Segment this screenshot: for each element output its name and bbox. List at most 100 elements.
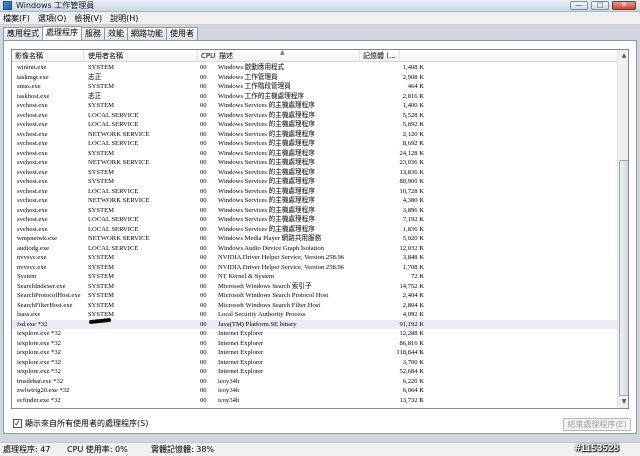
process-description: Microsoft Windows Search 索引子 (218, 282, 312, 290)
tab-performance[interactable]: 效能 (104, 27, 128, 40)
process-cpu: 00 (200, 301, 207, 309)
process-image-name: svchost.exe (17, 216, 48, 223)
process-cpu: 00 (200, 244, 207, 252)
end-process-button[interactable]: 結束處理程序(E) (563, 418, 631, 431)
window-title: Windows 工作管理員 (16, 1, 95, 10)
process-memory: 52,684 K (399, 368, 424, 375)
menu-help[interactable]: 說明(H) (110, 13, 138, 24)
process-row[interactable]: svchost.exe SYSTEM 00 Windows Services 的主機處… (12, 149, 617, 159)
process-image-name: SearchProtocolHost.exe (17, 292, 81, 299)
process-cpu: 00 (200, 149, 207, 157)
process-row[interactable]: svchost.exe SYSTEM 00 Windows Services 的主機處… (12, 101, 617, 111)
menu-view[interactable]: 檢視(V) (74, 13, 102, 24)
process-row[interactable]: tmsdebar.exe *32 00 icoy34h 6,220 K (12, 377, 617, 387)
scrollbar-thumb[interactable] (619, 160, 628, 396)
minimize-button[interactable]: — (570, 1, 588, 10)
show-all-checkbox[interactable]: ✓ (13, 419, 22, 428)
menu-options[interactable]: 選項(O) (38, 13, 67, 24)
process-user-name (88, 377, 198, 387)
process-row[interactable]: iexplore.exe *32 00 Internet Explorer 118,8… (12, 348, 617, 358)
process-cpu: 00 (200, 282, 207, 290)
process-memory: 24,128 K (399, 149, 424, 157)
process-row[interactable]: svchost.exe NETWORK SERVICE 00 Windows Serv… (12, 196, 617, 206)
process-cpu: 00 (200, 311, 207, 318)
process-cpu: 00 (200, 387, 207, 394)
process-user-name: SYSTEM (88, 292, 115, 299)
process-user-name (88, 367, 198, 377)
process-user-name: SYSTEM (88, 64, 115, 71)
column-description[interactable]: 描述 (216, 50, 360, 62)
tab-networking[interactable]: 網路功能 (127, 27, 167, 40)
process-description: Windows Services 的主機處理程序 (218, 225, 315, 233)
process-row[interactable]: nvvsvc.exe SYSTEM 00 NVIDIA Driver Helper S… (12, 263, 617, 273)
process-row[interactable]: taskhost.exe 志正 00 Windows 工作的主機處理程序 2,816 K (12, 92, 617, 102)
process-row[interactable]: ecfinder.exe *32 00 icoy34h 13,732 K (12, 396, 617, 406)
process-description: Windows Services 的主機處理程序 (218, 178, 315, 185)
process-row[interactable]: zwlwtrig20.exe *32 00 icoy34h 6,064 K (12, 386, 617, 396)
menu-file[interactable]: 檔案(F) (3, 13, 30, 24)
column-cpu[interactable]: CPU (198, 50, 216, 62)
scroll-down-icon[interactable]: ▼ (618, 396, 628, 408)
process-memory: 1,400 K (402, 102, 424, 109)
column-memory[interactable]: 記憶體 (... (360, 50, 400, 62)
process-row[interactable]: smss.exe SYSTEM 00 Windows 工作階段管理員 464 K (12, 82, 617, 92)
process-description: Windows Services 的主機處理程序 (218, 149, 315, 157)
process-row[interactable]: SearchProtocolHost.exe SYSTEM 00 Microsoft … (12, 291, 617, 301)
show-all-processes[interactable]: ✓ 顯示來自所有使用者的處理程序(S) (13, 418, 148, 429)
process-row[interactable]: wininit.exe SYSTEM 00 Windows 啟動應用程式 1,408 K (12, 63, 617, 73)
process-row[interactable]: svchost.exe SYSTEM 00 Windows Services 的主機處… (12, 168, 617, 178)
process-row[interactable]: svchost.exe NETWORK SERVICE 00 Windows Serv… (12, 130, 617, 140)
status-memory-usage: 實體記憶體: 38% (151, 445, 215, 454)
column-image-name[interactable]: 影像名稱 (12, 50, 84, 62)
column-user-name[interactable]: 使用者名稱 (85, 50, 198, 62)
process-row[interactable]: svchost.exe LOCAL SERVICE 00 Windows Servic… (12, 215, 617, 225)
tab-users[interactable]: 使用者 (166, 27, 198, 40)
process-memory: 13,836 K (399, 168, 424, 176)
process-row[interactable]: svchost.exe SYSTEM 00 Windows Services 的主機處… (12, 206, 617, 216)
process-description: Windows Services 的主機處理程序 (218, 140, 315, 147)
process-user-name: SYSTEM (88, 168, 115, 176)
process-row[interactable]: svchost.exe NETWORK SERVICE 00 Windows Serv… (12, 158, 617, 168)
process-row[interactable]: taskmgr.exe 志正 00 Windows 工作管理員 2,908 K (12, 73, 617, 83)
process-image-name: svchost.exe (17, 149, 48, 157)
process-cpu: 00 (200, 140, 207, 147)
tab-services[interactable]: 服務 (81, 27, 105, 40)
process-row[interactable]: svchost.exe SYSTEM 00 Windows Services 的主機處… (12, 177, 617, 187)
process-description: Windows Services 的主機處理程序 (218, 130, 315, 138)
maximize-button[interactable]: □ (591, 1, 609, 10)
process-image-name: System (17, 273, 37, 280)
process-row[interactable]: svchost.exe LOCAL SERVICE 00 Windows Servic… (12, 225, 617, 235)
process-row[interactable]: SearchIndexer.exe SYSTEM 00 Microsoft Windo… (12, 282, 617, 292)
process-row[interactable]: svchost.exe LOCAL SERVICE 00 Windows Servic… (12, 111, 617, 121)
process-row[interactable]: audiodg.exe LOCAL SERVICE 00 Windows Audio … (12, 244, 617, 254)
process-cpu: 00 (200, 235, 207, 242)
scroll-up-icon[interactable]: ▲ (618, 50, 628, 62)
process-description: Local Security Authority Process (218, 311, 306, 318)
process-description: Windows Services 的主機處理程序 (218, 102, 315, 109)
process-user-name (88, 348, 198, 358)
process-memory: 4,380 K (402, 197, 424, 204)
tab-processes[interactable]: 處理程序 (42, 26, 82, 40)
process-cpu: 00 (200, 187, 207, 195)
process-row[interactable]: iexplore.exe *32 00 Internet Explorer 12,28… (12, 329, 617, 339)
process-row[interactable]: svchost.exe LOCAL SERVICE 00 Windows Servic… (12, 139, 617, 149)
process-row[interactable]: svchost.exe LOCAL SERVICE 00 Windows Servic… (12, 120, 617, 130)
tab-applications[interactable]: 應用程式 (3, 27, 43, 40)
process-row[interactable]: iexplore.exe *32 00 Internet Explorer 52,68… (12, 367, 617, 377)
process-cpu: 00 (200, 102, 207, 109)
process-row[interactable]: svchost.exe LOCAL SERVICE 00 Windows Servic… (12, 187, 617, 197)
close-button[interactable]: ✕ (612, 1, 636, 10)
process-row[interactable]: iexplore.exe *32 00 Internet Explorer 3,700… (12, 358, 617, 368)
title-bar: Windows 工作管理員 (0, 0, 640, 12)
process-row[interactable]: nvvsvc.exe SYSTEM 00 NVIDIA Driver Helper S… (12, 253, 617, 263)
process-image-name: wininit.exe (17, 64, 47, 71)
process-cpu: 00 (200, 64, 207, 71)
process-row[interactable]: System SYSTEM 00 NT Kernel & System 72 K (12, 272, 617, 282)
process-row[interactable]: iexplore.exe *32 00 Internet Explorer 86,81… (12, 339, 617, 349)
process-description: Windows 工作管理員 (218, 73, 278, 81)
process-row[interactable]: wmpnetwk.exe NETWORK SERVICE 00 Windows Med… (12, 234, 617, 244)
process-row[interactable]: SearchFilterHost.exe SYSTEM 00 Microsoft Wi… (12, 301, 617, 311)
vertical-scrollbar[interactable]: ▲ ▼ (617, 50, 628, 408)
process-memory: 23,036 K (399, 159, 424, 166)
watermark: #1153528 (575, 443, 619, 454)
